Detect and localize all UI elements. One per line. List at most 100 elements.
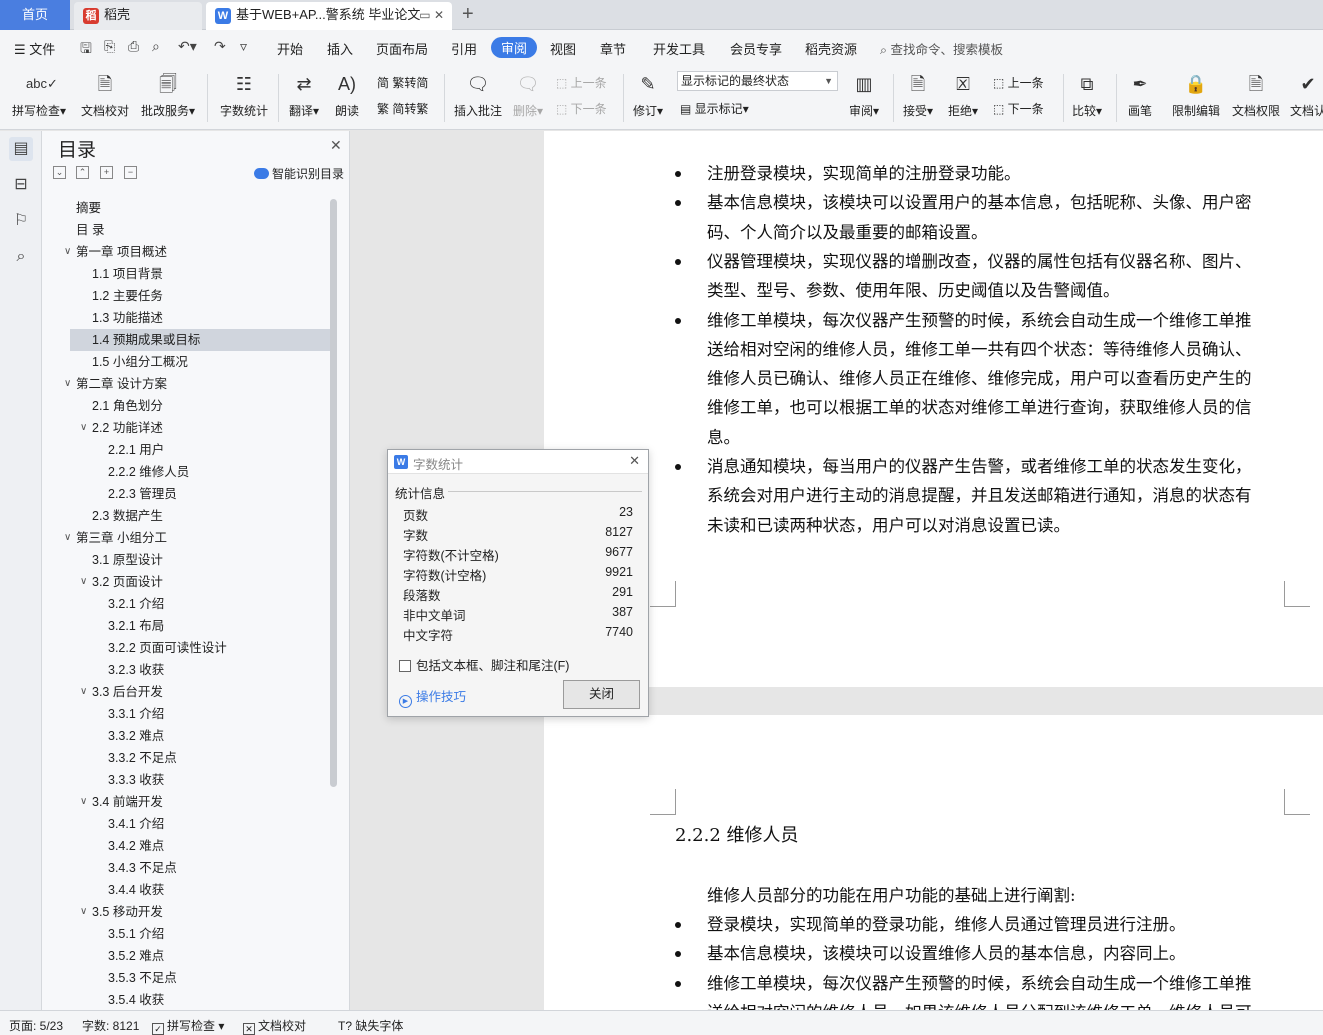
toc-item[interactable]: ∨ 2.2 功能详述	[70, 417, 330, 439]
track-changes-button[interactable]: ✎ 修订▾	[633, 70, 663, 119]
toc-item[interactable]: 2.2.3 管理员	[70, 483, 330, 505]
export-pdf-icon[interactable]: ⎘	[104, 38, 115, 55]
menu-view[interactable]: 视图	[550, 39, 576, 58]
toc-item[interactable]: 1.3 功能描述	[70, 307, 330, 329]
doc-check-button[interactable]: 🗎 文档校对	[81, 70, 129, 119]
toc-item[interactable]: 2.3 数据产生	[70, 505, 330, 527]
smart-toc-button[interactable]: 智能识别目录	[254, 165, 344, 182]
menu-daoke-resources[interactable]: 稻壳资源	[805, 39, 857, 58]
chevron-down-icon[interactable]: ∨	[64, 241, 71, 263]
include-textbox-checkbox[interactable]: 包括文本框、脚注和尾注(F)	[399, 655, 569, 674]
toc-item[interactable]: ∨ 3.4 前端开发	[70, 791, 330, 813]
menu-insert[interactable]: 插入	[327, 39, 353, 58]
toc-item[interactable]: 3.4.4 收获	[70, 879, 330, 901]
insert-comment-button[interactable]: 🗨 插入批注	[454, 70, 502, 119]
menu-page-layout[interactable]: 页面布局	[376, 39, 428, 58]
redo-icon[interactable]: ↷	[214, 38, 226, 55]
status-missing-font[interactable]: T? 缺失字体	[338, 1017, 403, 1034]
simp-to-trad-button[interactable]: 繁 简转繁	[377, 100, 428, 117]
search-icon[interactable]: ⌕	[9, 245, 33, 269]
page-indicator[interactable]: 页面: 5/23	[9, 1017, 63, 1034]
document-page[interactable]: 注册登录模块，实现简单的注册登录功能。 基本信息模块，该模块可以设置用户的基本信息…	[544, 131, 1323, 687]
toc-item[interactable]: ∨ 3.2 页面设计	[70, 571, 330, 593]
toc-item[interactable]: 2.2.2 维修人员	[70, 461, 330, 483]
minus-icon[interactable]: −	[124, 166, 137, 179]
toc-item[interactable]: 3.2.1 布局	[70, 615, 330, 637]
status-spell-check[interactable]: ✓ 拼写检查 ▾	[152, 1017, 224, 1035]
menu-review[interactable]: 审阅	[491, 37, 538, 58]
menu-chapter[interactable]: 章节	[600, 39, 626, 58]
close-icon[interactable]: ✕	[330, 137, 342, 154]
toc-item[interactable]: 1.4 预期成果或目标	[70, 329, 330, 351]
chevron-down-icon[interactable]: ∨	[80, 901, 87, 923]
tips-link[interactable]: ▶ 操作技巧	[399, 686, 466, 708]
word-count-indicator[interactable]: 字数: 8121	[82, 1017, 139, 1034]
customize-chevron-icon[interactable]: ▿	[240, 38, 247, 55]
next-change-button[interactable]: ⬚ 下一条	[993, 100, 1044, 117]
toc-item[interactable]: 3.1 原型设计	[70, 549, 330, 571]
spell-check-button[interactable]: abc✓ 拼写检查▾	[12, 70, 66, 119]
toc-scrollbar[interactable]	[330, 199, 337, 787]
toc-item[interactable]: 3.2.3 收获	[70, 659, 330, 681]
close-icon[interactable]: ✕	[629, 453, 640, 469]
toc-item[interactable]: 3.3.2 不足点	[70, 747, 330, 769]
chevron-down-icon[interactable]: ∨	[80, 571, 87, 593]
doc-cert-button[interactable]: ✔ 文档认	[1290, 70, 1323, 119]
toc-item[interactable]: 1.5 小组分工概况	[70, 351, 330, 373]
toc-item[interactable]: 1.1 项目背景	[70, 263, 330, 285]
toc-item[interactable]: ∨ 第三章 小组分工	[64, 527, 330, 549]
menu-references[interactable]: 引用	[451, 39, 477, 58]
toc-item[interactable]: 3.3.3 收获	[70, 769, 330, 791]
correct-service-button[interactable]: 🗐 批改服务▾	[141, 70, 195, 119]
read-aloud-button[interactable]: A) 朗读	[334, 70, 360, 119]
word-count-button[interactable]: ☷ 字数统计	[220, 70, 268, 119]
pen-button[interactable]: ✒ 画笔	[1127, 70, 1153, 119]
chapter-nav-icon[interactable]: ⊟	[9, 173, 33, 197]
toc-item[interactable]: 3.5.1 介绍	[70, 923, 330, 945]
toc-item[interactable]: ∨ 3.5 移动开发	[70, 901, 330, 923]
tab-close-icon[interactable]: ▭ ✕	[419, 2, 444, 28]
review-pane-button[interactable]: ▥ 审阅▾	[849, 70, 879, 119]
markup-mode-select[interactable]: 显示标记的最终状态 ▼	[677, 71, 838, 91]
status-doc-check[interactable]: ✕ 文档校对	[243, 1017, 306, 1035]
chevron-down-icon[interactable]: ∨	[64, 373, 71, 395]
print-preview-icon[interactable]: ⌕	[152, 38, 160, 55]
tab-home[interactable]: 首页	[0, 0, 70, 30]
tab-document[interactable]: W 基于WEB+AP...警系统 毕业论文 ▭ ✕	[206, 2, 452, 30]
trad-to-simp-button[interactable]: 简 繁转简	[377, 74, 428, 91]
toc-item[interactable]: 2.2.1 用户	[70, 439, 330, 461]
toc-item[interactable]: 3.3.1 介绍	[70, 703, 330, 725]
toc-item[interactable]: 1.2 主要任务	[70, 285, 330, 307]
compare-button[interactable]: ⧉ 比较▾	[1072, 70, 1102, 119]
chevron-down-icon[interactable]: ∨	[64, 527, 71, 549]
menu-member[interactable]: 会员专享	[730, 39, 782, 58]
toc-item[interactable]: 摘要	[70, 197, 330, 219]
toc-panel-icon[interactable]: ▤	[9, 137, 33, 161]
chevron-down-icon[interactable]: ∨	[80, 681, 87, 703]
expand-up-icon[interactable]: ⌃	[76, 166, 89, 179]
menu-start[interactable]: 开始	[277, 39, 303, 58]
toc-item[interactable]: 3.2.1 介绍	[70, 593, 330, 615]
bookmark-icon[interactable]: ⚐	[9, 209, 33, 233]
prev-change-button[interactable]: ⬚ 上一条	[993, 74, 1044, 91]
chevron-down-icon[interactable]: ∨	[80, 417, 87, 439]
print-icon[interactable]: ⎙	[128, 38, 139, 55]
toc-item[interactable]: 目 录	[70, 219, 330, 241]
plus-icon[interactable]: +	[100, 166, 113, 179]
show-markup-button[interactable]: ▤ 显示标记▾	[680, 100, 749, 117]
toc-item[interactable]: 3.2.2 页面可读性设计	[70, 637, 330, 659]
file-menu[interactable]: ☰ 文件	[14, 39, 55, 58]
toc-item[interactable]: 3.5.3 不足点	[70, 967, 330, 989]
new-tab-plus-icon[interactable]: +	[462, 2, 474, 26]
toc-item[interactable]: ∨ 第一章 项目概述	[64, 241, 330, 263]
toc-item[interactable]: 3.4.2 难点	[70, 835, 330, 857]
toc-item[interactable]: 3.5.4 收获	[70, 989, 330, 1010]
close-button[interactable]: 关闭	[563, 680, 640, 709]
restrict-edit-button[interactable]: 🔒 限制编辑	[1172, 70, 1220, 119]
menu-dev-tools[interactable]: 开发工具	[653, 39, 705, 58]
toc-item[interactable]: ∨ 第二章 设计方案	[64, 373, 330, 395]
doc-permission-button[interactable]: 🗎 文档权限	[1232, 70, 1280, 119]
chevron-down-icon[interactable]: ∨	[80, 791, 87, 813]
undo-icon[interactable]: ↶▾	[178, 38, 197, 55]
tab-daoke[interactable]: 稻 稻壳	[74, 2, 202, 30]
